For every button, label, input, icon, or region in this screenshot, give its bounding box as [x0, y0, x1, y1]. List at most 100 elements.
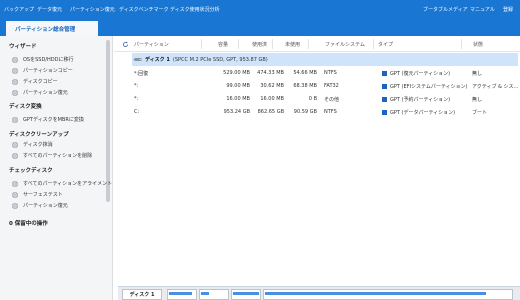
- disk-drive-icon: [133, 58, 142, 61]
- partition-status: 無し: [472, 71, 483, 77]
- partition-capacity: 529.00 MB: [223, 70, 250, 76]
- partition-type-label: GPT (EFIシステムパーティション): [390, 84, 468, 90]
- sidebar-item-label: すべてのパーティションを削除: [23, 153, 93, 159]
- disk-map-partition[interactable]: [231, 289, 261, 300]
- partition-used: 30.62 MB: [260, 83, 284, 89]
- sidebar-item[interactable]: パーティションコピー: [12, 67, 73, 74]
- disk-benchmark-button[interactable]: ディスクベンチマーク: [119, 6, 169, 13]
- windows-icon: [382, 84, 387, 89]
- disk-usage-button[interactable]: ディスク使用状況分析: [170, 6, 220, 13]
- sidebar-item[interactable]: すべてのパーティションをアライメント: [12, 180, 112, 187]
- sidebar-item[interactable]: OSをSSD/HDDに移行: [12, 56, 73, 63]
- delete-icon: [12, 153, 18, 159]
- col-status-header[interactable]: 状態: [473, 41, 483, 48]
- partition-row[interactable]: *: 99.00 MB 30.62 MB 68.38 MB FAT32 GPT (EFIシ…: [132, 81, 518, 91]
- restore-icon: [12, 203, 18, 209]
- pending-operations[interactable]: 0 保留中の操作: [9, 219, 48, 227]
- sidebar-section-title: ウィザード: [9, 44, 37, 50]
- partition-status: ブート: [472, 110, 488, 116]
- windows-icon: [382, 71, 387, 76]
- refresh-icon[interactable]: [122, 41, 129, 48]
- column-separator[interactable]: [373, 39, 374, 49]
- sidebar-item[interactable]: すべてのパーティションを削除: [12, 152, 92, 159]
- partition-row[interactable]: C: 953.24 GB 862.65 GB 90.59 GB NTFS GPT (データ…: [132, 107, 518, 117]
- sidebar-item[interactable]: パーティション復元: [12, 202, 68, 209]
- partition-unused: 54.66 MB: [293, 70, 317, 76]
- col-filesystem-header[interactable]: ファイルシステム: [325, 41, 365, 48]
- windows-icon: [382, 97, 387, 102]
- disk-map: ディスク 1: [118, 286, 520, 300]
- partition-status: アクティブ & シス...: [472, 84, 519, 90]
- tab-partition-management[interactable]: パーティション総合管理: [6, 21, 98, 36]
- partition-filesystem: NTFS: [324, 109, 337, 115]
- partition-name: *:: [134, 96, 139, 102]
- partition-filesystem: NTFS: [324, 70, 337, 76]
- partition-row[interactable]: *: 16.00 MB 16.00 MB 0 B その他 GPT (予約パーティション) 無…: [132, 94, 518, 104]
- col-used-header[interactable]: 使用済: [252, 41, 267, 48]
- partition-capacity: 16.00 MB: [226, 96, 250, 102]
- sidebar-item-label: すべてのパーティションをアライメント: [23, 181, 113, 187]
- partition-capacity: 953.24 GB: [223, 109, 250, 115]
- col-unused-header[interactable]: 未使用: [285, 41, 300, 48]
- sidebar-item[interactable]: ディスクコピー: [12, 78, 58, 85]
- partition-filesystem: その他: [324, 97, 340, 103]
- disk-map-partition[interactable]: [263, 289, 513, 300]
- disk-map-usage-bar: [233, 292, 259, 295]
- partition-type: GPT (予約パーティション): [382, 96, 450, 103]
- col-partition-header[interactable]: パーティション: [134, 41, 169, 48]
- partition-type-label: GPT (データパーティション): [390, 110, 456, 116]
- partition-row[interactable]: *:回復 529.00 MB 474.33 MB 54.66 MB NTFS GPT (復…: [132, 68, 518, 78]
- sidebar-item-label: パーティション復元: [23, 90, 68, 96]
- data-recovery-button[interactable]: データ復元: [37, 6, 62, 13]
- backup-button[interactable]: バックアップ: [4, 6, 34, 13]
- sidebar-item-label: ディスクコピー: [23, 79, 58, 85]
- partition-type-label: GPT (予約パーティション): [390, 97, 451, 103]
- col-capacity-header[interactable]: 容量: [218, 41, 228, 48]
- column-separator[interactable]: [461, 39, 462, 49]
- sidebar-item-label: ディスク抹消: [23, 142, 53, 148]
- wipe-icon: [12, 142, 18, 148]
- partition-unused: 90.59 GB: [293, 109, 317, 115]
- partition-table: パーティション 容量 使用済 未使用 ファイルシステム タイプ 状態 ディスク 1 (SPC…: [114, 36, 520, 300]
- sidebar-item[interactable]: サーフェステスト: [12, 191, 63, 198]
- column-separator[interactable]: [201, 39, 202, 49]
- partition-capacity: 99.00 MB: [226, 83, 250, 89]
- column-separator[interactable]: [238, 39, 239, 49]
- partition-type: GPT (データパーティション): [382, 109, 455, 116]
- sidebar-item[interactable]: GPTディスクをMBRに変換: [12, 116, 84, 123]
- disk-map-usage-bar: [265, 292, 486, 295]
- disk-row[interactable]: ディスク 1 (SPCC M.2 PCIe SSD, GPT, 953.87 G…: [132, 53, 518, 66]
- register-button[interactable]: 登録: [503, 6, 513, 13]
- col-type-header[interactable]: タイプ: [378, 41, 393, 48]
- sidebar-scrollbar[interactable]: [106, 40, 110, 202]
- bootable-media-button[interactable]: ブータブルメディア: [423, 6, 468, 13]
- disk-map-usage-bar: [201, 292, 209, 295]
- partition-recovery-button[interactable]: パーティション復元: [70, 6, 115, 13]
- partition-used: 862.65 GB: [257, 109, 284, 115]
- disk-label: ディスク 1 (SPCC M.2 PCIe SSD, GPT, 953.87 G…: [132, 56, 268, 63]
- partition-filesystem: FAT32: [324, 83, 339, 89]
- partition-status: 無し: [472, 97, 483, 103]
- sidebar-section-title: チェックディスク: [9, 168, 53, 174]
- sidebar-item-label: サーフェステスト: [23, 192, 63, 198]
- sidebar-item[interactable]: ディスク抹消: [12, 141, 53, 148]
- partition-used: 474.33 MB: [257, 70, 284, 76]
- disk-map-label[interactable]: ディスク 1: [122, 289, 162, 300]
- column-separator[interactable]: [308, 39, 309, 49]
- disk-description: (SPCC M.2 PCIe SSD, GPT, 953.87 GB): [172, 56, 268, 63]
- partition-unused: 68.38 MB: [293, 83, 317, 89]
- partition-unused: 0 B: [308, 96, 317, 102]
- sidebar-item[interactable]: パーティション復元: [12, 89, 68, 96]
- column-separator[interactable]: [272, 39, 273, 49]
- header-divider: [114, 51, 520, 52]
- partition-type: GPT (復元パーティション): [382, 70, 450, 77]
- manual-button[interactable]: マニュアル: [470, 6, 495, 13]
- partition-used: 16.00 MB: [260, 96, 284, 102]
- partition-name: *:: [134, 83, 139, 89]
- disk-map-partition[interactable]: [199, 289, 229, 300]
- disk-map-partition[interactable]: [167, 289, 197, 300]
- align-icon: [12, 181, 18, 187]
- disk-map-usage-bar: [169, 292, 192, 295]
- migrate-icon: [12, 57, 18, 63]
- partition-type-label: GPT (復元パーティション): [390, 71, 451, 77]
